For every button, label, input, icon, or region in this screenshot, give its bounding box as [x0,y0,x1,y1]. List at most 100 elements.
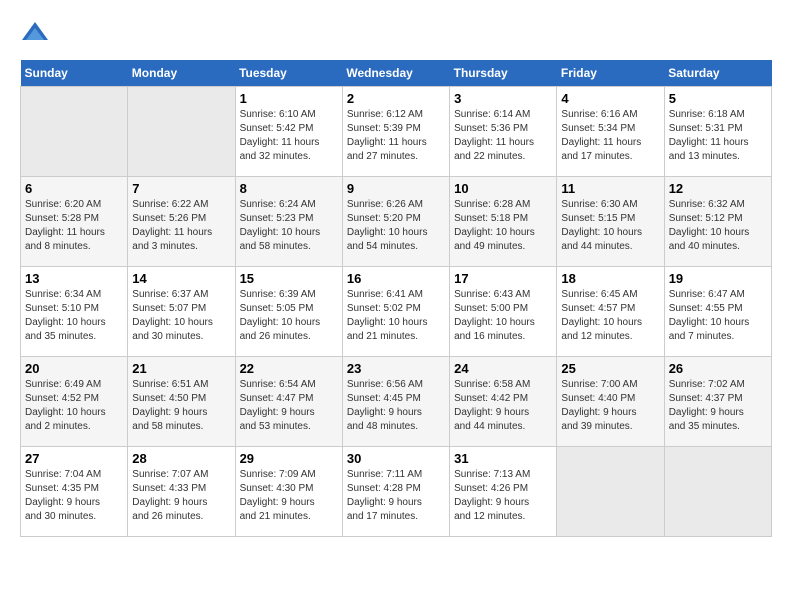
day-number: 6 [25,181,123,196]
cell-week1-day1 [128,87,235,177]
day-number: 13 [25,271,123,286]
day-number: 5 [669,91,767,106]
day-number: 23 [347,361,445,376]
day-number: 21 [132,361,230,376]
header-tuesday: Tuesday [235,60,342,87]
day-info: Sunrise: 6:43 AMSunset: 5:00 PMDaylight:… [454,288,552,344]
cell-week5-day2: 29 Sunrise: 7:09 AMSunset: 4:30 PMDayligh… [235,447,342,537]
day-info: Sunrise: 6:20 AMSunset: 5:28 PMDaylight:… [25,198,123,254]
cell-week1-day5: 4Sunrise: 6:16 AMSunset: 5:34 PMDaylight… [557,87,664,177]
cell-week4-day0: 20 Sunrise: 6:49 AMSunset: 4:52 PMDayligh… [21,357,128,447]
day-number: 20 [25,361,123,376]
day-info: Sunrise: 7:09 AMSunset: 4:30 PMDaylight:… [240,468,338,524]
cell-week2-day5: 11 Sunrise: 6:30 AMSunset: 5:15 PMDayligh… [557,177,664,267]
header-saturday: Saturday [664,60,771,87]
day-number: 8 [240,181,338,196]
calendar-table: SundayMondayTuesdayWednesdayThursdayFrid… [20,60,772,537]
page-header [20,20,772,50]
day-info: Sunrise: 6:49 AMSunset: 4:52 PMDaylight:… [25,378,123,434]
cell-week5-day5 [557,447,664,537]
day-number: 29 [240,451,338,466]
cell-week1-day4: 3 Sunrise: 6:14 AMSunset: 5:36 PMDaylight… [450,87,557,177]
day-number: 27 [25,451,123,466]
day-number: 24 [454,361,552,376]
day-number: 28 [132,451,230,466]
day-info: Sunrise: 6:10 AMSunset: 5:42 PMDaylight:… [240,108,338,164]
cell-week3-day4: 17 Sunrise: 6:43 AMSunset: 5:00 PMDayligh… [450,267,557,357]
day-info: Sunrise: 7:11 AMSunset: 4:28 PMDaylight:… [347,468,445,524]
week-row-1: 1Sunrise: 6:10 AMSunset: 5:42 PMDaylight… [21,87,772,177]
day-number: 10 [454,181,552,196]
day-info: Sunrise: 6:51 AMSunset: 4:50 PMDaylight:… [132,378,230,434]
day-info: Sunrise: 7:00 AMSunset: 4:40 PMDaylight:… [561,378,659,434]
day-info: Sunrise: 6:22 AMSunset: 5:26 PMDaylight:… [132,198,230,254]
cell-week4-day2: 22Sunrise: 6:54 AMSunset: 4:47 PMDayligh… [235,357,342,447]
day-info: Sunrise: 6:47 AMSunset: 4:55 PMDaylight:… [669,288,767,344]
day-info: Sunrise: 6:32 AMSunset: 5:12 PMDaylight:… [669,198,767,254]
cell-week3-day1: 14Sunrise: 6:37 AMSunset: 5:07 PMDayligh… [128,267,235,357]
header-wednesday: Wednesday [342,60,449,87]
logo-icon [20,20,50,50]
cell-week2-day2: 8 Sunrise: 6:24 AMSunset: 5:23 PMDaylight… [235,177,342,267]
day-info: Sunrise: 7:07 AMSunset: 4:33 PMDaylight:… [132,468,230,524]
cell-week4-day4: 24 Sunrise: 6:58 AMSunset: 4:42 PMDayligh… [450,357,557,447]
day-number: 30 [347,451,445,466]
cell-week3-day6: 19Sunrise: 6:47 AMSunset: 4:55 PMDayligh… [664,267,771,357]
day-number: 14 [132,271,230,286]
day-number: 9 [347,181,445,196]
week-row-5: 27 Sunrise: 7:04 AMSunset: 4:35 PMDayligh… [21,447,772,537]
day-info: Sunrise: 6:18 AMSunset: 5:31 PMDaylight:… [669,108,767,164]
cell-week1-day0 [21,87,128,177]
day-info: Sunrise: 6:56 AMSunset: 4:45 PMDaylight:… [347,378,445,434]
day-info: Sunrise: 7:13 AMSunset: 4:26 PMDaylight:… [454,468,552,524]
day-number: 7 [132,181,230,196]
day-number: 11 [561,181,659,196]
day-info: Sunrise: 6:30 AMSunset: 5:15 PMDaylight:… [561,198,659,254]
day-info: Sunrise: 7:02 AMSunset: 4:37 PMDaylight:… [669,378,767,434]
cell-week5-day4: 31 Sunrise: 7:13 AMSunset: 4:26 PMDayligh… [450,447,557,537]
cell-week5-day6 [664,447,771,537]
day-number: 26 [669,361,767,376]
day-info: Sunrise: 6:14 AMSunset: 5:36 PMDaylight:… [454,108,552,164]
week-row-4: 20 Sunrise: 6:49 AMSunset: 4:52 PMDayligh… [21,357,772,447]
cell-week2-day6: 12 Sunrise: 6:32 AMSunset: 5:12 PMDayligh… [664,177,771,267]
day-number: 17 [454,271,552,286]
cell-week4-day6: 26 Sunrise: 7:02 AMSunset: 4:37 PMDayligh… [664,357,771,447]
day-info: Sunrise: 6:12 AMSunset: 5:39 PMDaylight:… [347,108,445,164]
cell-week5-day0: 27 Sunrise: 7:04 AMSunset: 4:35 PMDayligh… [21,447,128,537]
day-number: 12 [669,181,767,196]
day-number: 15 [240,271,338,286]
day-info: Sunrise: 6:26 AMSunset: 5:20 PMDaylight:… [347,198,445,254]
day-info: Sunrise: 6:28 AMSunset: 5:18 PMDaylight:… [454,198,552,254]
day-number: 25 [561,361,659,376]
day-info: Sunrise: 6:45 AMSunset: 4:57 PMDaylight:… [561,288,659,344]
header-monday: Monday [128,60,235,87]
day-info: Sunrise: 6:41 AMSunset: 5:02 PMDaylight:… [347,288,445,344]
day-number: 4 [561,91,659,106]
day-number: 3 [454,91,552,106]
day-number: 31 [454,451,552,466]
day-info: Sunrise: 6:54 AMSunset: 4:47 PMDaylight:… [240,378,338,434]
week-row-3: 13 Sunrise: 6:34 AMSunset: 5:10 PMDayligh… [21,267,772,357]
day-number: 16 [347,271,445,286]
day-info: Sunrise: 7:04 AMSunset: 4:35 PMDaylight:… [25,468,123,524]
day-info: Sunrise: 6:58 AMSunset: 4:42 PMDaylight:… [454,378,552,434]
cell-week3-day0: 13 Sunrise: 6:34 AMSunset: 5:10 PMDayligh… [21,267,128,357]
header-sunday: Sunday [21,60,128,87]
cell-week2-day0: 6 Sunrise: 6:20 AMSunset: 5:28 PMDaylight… [21,177,128,267]
cell-week2-day1: 7 Sunrise: 6:22 AMSunset: 5:26 PMDaylight… [128,177,235,267]
cell-week3-day3: 16 Sunrise: 6:41 AMSunset: 5:02 PMDayligh… [342,267,449,357]
day-info: Sunrise: 6:34 AMSunset: 5:10 PMDaylight:… [25,288,123,344]
cell-week2-day4: 10 Sunrise: 6:28 AMSunset: 5:18 PMDayligh… [450,177,557,267]
day-number: 2 [347,91,445,106]
cell-week5-day3: 30 Sunrise: 7:11 AMSunset: 4:28 PMDayligh… [342,447,449,537]
day-info: Sunrise: 6:24 AMSunset: 5:23 PMDaylight:… [240,198,338,254]
cell-week2-day3: 9 Sunrise: 6:26 AMSunset: 5:20 PMDaylight… [342,177,449,267]
cell-week3-day5: 18 Sunrise: 6:45 AMSunset: 4:57 PMDayligh… [557,267,664,357]
week-row-2: 6 Sunrise: 6:20 AMSunset: 5:28 PMDaylight… [21,177,772,267]
cell-week3-day2: 15Sunrise: 6:39 AMSunset: 5:05 PMDayligh… [235,267,342,357]
cell-week4-day1: 21 Sunrise: 6:51 AMSunset: 4:50 PMDayligh… [128,357,235,447]
header-thursday: Thursday [450,60,557,87]
cell-week1-day6: 5 Sunrise: 6:18 AMSunset: 5:31 PMDaylight… [664,87,771,177]
day-number: 18 [561,271,659,286]
